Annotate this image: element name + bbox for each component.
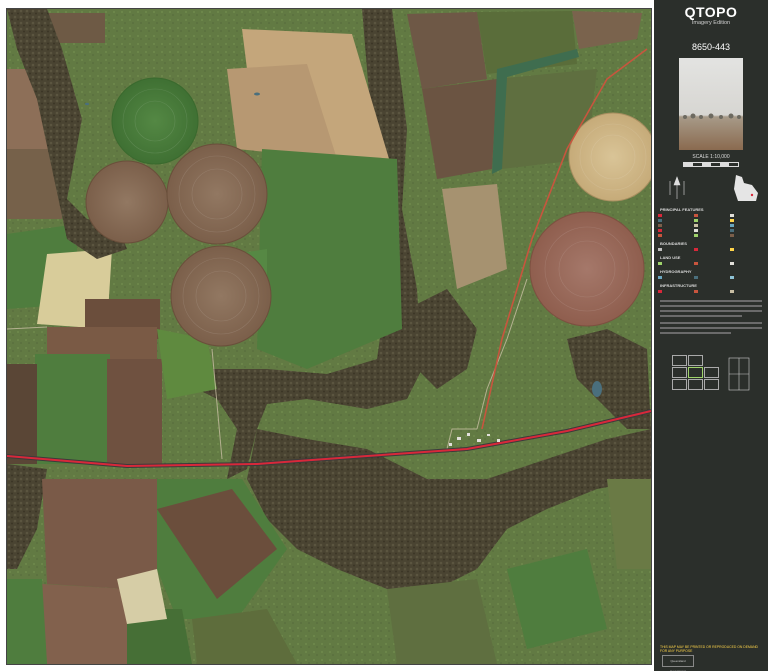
legend-item: [658, 223, 692, 227]
legend-item: [658, 228, 692, 232]
legend-item: [658, 213, 692, 217]
legend-item: [730, 228, 764, 232]
legend-heading-features: PRINCIPAL FEATURES: [660, 207, 704, 212]
adjoining-sheet[interactable]: [704, 367, 719, 378]
legend-features: [658, 213, 764, 237]
reproduction-notice: THIS MAP MAY BE PRINTED OR REPRODUCED ON…: [660, 645, 758, 653]
paddocks-southwest: [7, 479, 297, 664]
adjoining-sheet[interactable]: [704, 379, 719, 390]
legend-item: [694, 233, 728, 237]
legend-heading-infrastructure: INFRASTRUCTURE: [660, 283, 697, 288]
adjoining-sheet[interactable]: [672, 367, 687, 378]
government-logo: Queensland Government: [662, 655, 694, 671]
legend-item: [730, 261, 764, 265]
legend-item: [730, 247, 764, 251]
legend-item: [694, 223, 728, 227]
legend-item: [694, 289, 728, 293]
brand-title: QTOPO: [684, 4, 738, 20]
legend-hydrography: [658, 275, 764, 279]
disclaimer-text-block: [660, 297, 762, 349]
legend-item: [658, 247, 692, 251]
legend-item: [730, 275, 764, 279]
map-sidebar: QTOPO Imagery Edition 8650-443 SCALE 1:1…: [654, 0, 768, 671]
scale-bar: [683, 162, 739, 167]
adjoining-sheet[interactable]: [672, 379, 687, 390]
legend-item: [730, 289, 764, 293]
legend-item: [694, 261, 728, 265]
legend-item: [694, 275, 728, 279]
current-sheet: [688, 367, 703, 378]
legend-item: [694, 247, 728, 251]
legend-item: [658, 218, 692, 222]
adjoining-sheet[interactable]: [688, 379, 703, 390]
legend-heading-boundaries: BOUNDARIES: [660, 241, 687, 246]
legend-item: [730, 223, 764, 227]
legend-landuse: [658, 261, 764, 265]
north-arrow-icon: [669, 176, 685, 199]
sheet-number: 8650-443: [691, 42, 731, 52]
adjoining-sheet[interactable]: [688, 355, 703, 366]
legend-item: [658, 261, 692, 265]
scale-label: SCALE 1:10,000: [692, 154, 730, 160]
legend-item: [730, 218, 764, 222]
legend-infrastructure: [658, 289, 764, 293]
legend-item: [694, 218, 728, 222]
sheet-fold-diagram-icon: [728, 357, 750, 391]
adjoining-sheet[interactable]: [672, 355, 687, 366]
legend-item: [658, 275, 692, 279]
legend-item: [730, 213, 764, 217]
legend-item: [658, 289, 692, 293]
queensland-locator-icon: [734, 175, 758, 201]
map-image[interactable]: [6, 8, 652, 665]
legend-boundaries: [658, 247, 764, 251]
legend-item: [694, 213, 728, 217]
aerial-imagery: [7, 9, 651, 664]
adjoining-sheets-diagram: [672, 355, 752, 395]
legend-item: [658, 233, 692, 237]
legend-heading-hydrography: HYDROGRAPHY: [660, 269, 692, 274]
tree-line-icon: [683, 113, 741, 119]
edition-label: Imagery Edition: [691, 20, 731, 26]
legend-item: [694, 228, 728, 232]
legend-heading-landuse: LAND USE: [660, 255, 681, 260]
cover-photo: [679, 58, 743, 150]
legend-item: [730, 233, 764, 237]
sidebar-footer: THIS MAP MAY BE PRINTED OR REPRODUCED ON…: [660, 645, 762, 653]
